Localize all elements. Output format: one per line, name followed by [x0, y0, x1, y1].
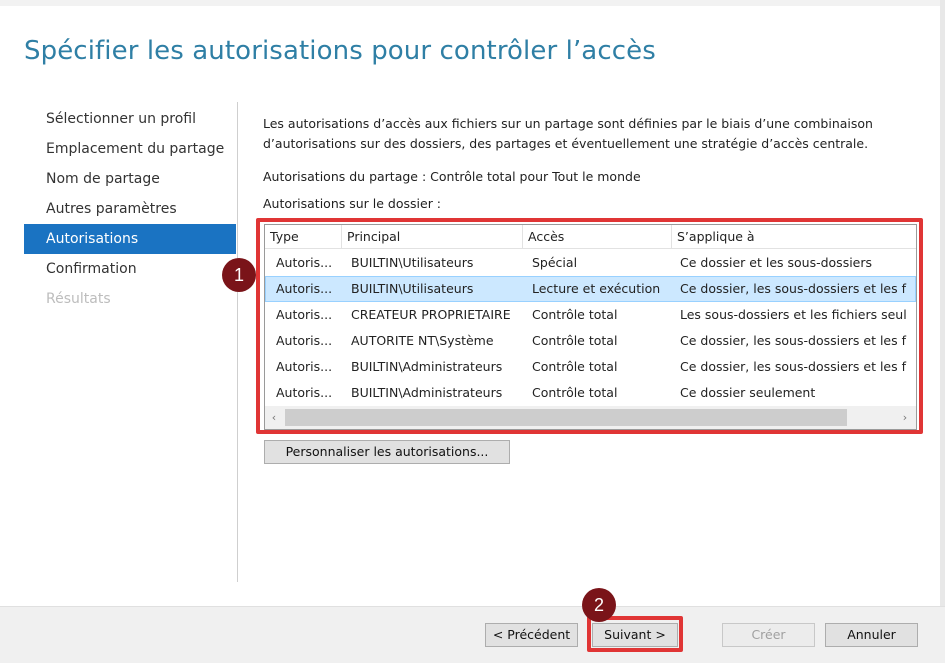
content-area: Les autorisations d’accès aux fichiers s…: [263, 114, 933, 154]
page-title: Spécifier les autorisations pour contrôl…: [24, 36, 656, 66]
nav-item-select-profile[interactable]: Sélectionner un profil: [24, 104, 236, 134]
permissions-description: Les autorisations d’accès aux fichiers s…: [263, 116, 873, 151]
annotation-badge-1: 1: [222, 258, 256, 292]
customize-permissions-button[interactable]: Personnaliser les autorisations...: [264, 440, 510, 464]
create-button: Créer: [722, 623, 815, 647]
nav-item-confirmation[interactable]: Confirmation: [24, 254, 236, 284]
previous-button[interactable]: < Précédent: [485, 623, 578, 647]
window-right-edge: [940, 0, 945, 610]
nav-item-share-name[interactable]: Nom de partage: [24, 164, 236, 194]
nav-item-other-settings[interactable]: Autres paramètres: [24, 194, 236, 224]
folder-permissions-label: Autorisations sur le dossier :: [263, 196, 442, 211]
nav-item-results: Résultats: [46, 291, 111, 307]
nav-item-share-location[interactable]: Emplacement du partage: [24, 134, 236, 164]
nav-item-permissions[interactable]: Autorisations: [24, 224, 236, 254]
top-band: [0, 0, 945, 6]
annotation-badge-2: 2: [582, 588, 616, 622]
nav-divider: [237, 102, 238, 582]
share-permissions-label: Autorisations du partage : Contrôle tota…: [263, 169, 641, 184]
cancel-button[interactable]: Annuler: [825, 623, 918, 647]
listview-highlight-annotation: [256, 218, 923, 434]
wizard-nav: Sélectionner un profil Emplacement du pa…: [24, 104, 236, 314]
